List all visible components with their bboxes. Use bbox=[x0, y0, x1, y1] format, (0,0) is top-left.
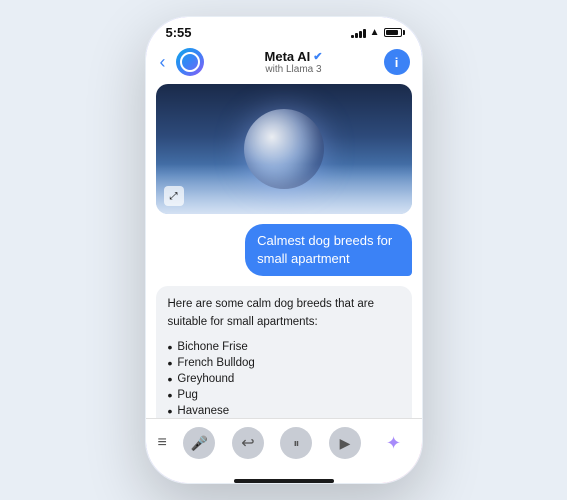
breed-item-3-label: Greyhound bbox=[177, 373, 234, 385]
ai-image: ⤢ bbox=[156, 84, 412, 214]
header-subtitle: with Llama 3 bbox=[212, 64, 376, 75]
sparkle-button[interactable]: ✦ bbox=[378, 427, 410, 459]
user-bubble: Calmest dog breeds for small apartment bbox=[245, 224, 411, 276]
wifi-icon: ▲ bbox=[370, 27, 380, 38]
image-expand-button[interactable]: ⤢ bbox=[164, 186, 184, 206]
forward-icon: ▶ bbox=[340, 435, 351, 452]
info-button[interactable]: i bbox=[384, 49, 410, 75]
breed-item-3: Greyhound bbox=[168, 371, 400, 387]
phone-frame: 5:55 ▲ ‹ Meta AI bbox=[144, 15, 424, 485]
phone-inner: 5:55 ▲ ‹ Meta AI bbox=[146, 17, 422, 483]
breed-item-1-label: Bichone Frise bbox=[177, 341, 247, 353]
ai-response-intro: Here are some calm dog breeds that are s… bbox=[168, 296, 400, 331]
bottom-toolbar: ≡ 🎤 ↩ ⏸ ▶ ✦ bbox=[146, 418, 422, 475]
breed-item-1: Bichone Frise bbox=[168, 339, 400, 355]
breed-item-5-label: Havanese bbox=[177, 405, 229, 417]
user-message: Calmest dog breeds for small apartment bbox=[156, 224, 412, 276]
breed-item-2: French Bulldog bbox=[168, 355, 400, 371]
ai-response: Here are some calm dog breeds that are s… bbox=[156, 286, 412, 418]
back-arrow-button[interactable]: ↩ bbox=[232, 427, 264, 459]
menu-button[interactable]: ≡ bbox=[158, 434, 167, 452]
breed-item-4-label: Pug bbox=[177, 389, 197, 401]
mic-button[interactable]: 🎤 bbox=[183, 427, 215, 459]
battery-icon bbox=[384, 28, 402, 37]
chat-header: ‹ Meta AI ✔ with Llama 3 i bbox=[146, 44, 422, 84]
pause-button[interactable]: ⏸ bbox=[280, 427, 312, 459]
status-icons: ▲ bbox=[351, 27, 402, 38]
verified-badge: ✔ bbox=[313, 50, 322, 63]
home-indicator bbox=[234, 479, 334, 483]
signal-icon bbox=[351, 28, 366, 38]
chat-content: ⤢ Calmest dog breeds for small apartment… bbox=[146, 84, 422, 418]
breed-list: Bichone Frise French Bulldog Greyhound P… bbox=[168, 339, 400, 418]
breed-item-2-label: French Bulldog bbox=[177, 357, 254, 369]
mic-icon: 🎤 bbox=[191, 435, 208, 452]
pause-icon: ⏸ bbox=[293, 436, 299, 451]
breed-item-4: Pug bbox=[168, 387, 400, 403]
back-button[interactable]: ‹ bbox=[158, 50, 168, 75]
status-time: 5:55 bbox=[166, 25, 192, 40]
status-bar: 5:55 ▲ bbox=[146, 17, 422, 44]
meta-ai-logo bbox=[176, 48, 204, 76]
ai-name-label: Meta AI bbox=[265, 49, 311, 64]
breed-item-5: Havanese bbox=[168, 403, 400, 418]
ai-sphere bbox=[244, 109, 324, 189]
back-arrow-icon: ↩ bbox=[241, 433, 254, 453]
forward-button[interactable]: ▶ bbox=[329, 427, 361, 459]
header-name: Meta AI ✔ bbox=[212, 49, 376, 64]
header-text: Meta AI ✔ with Llama 3 bbox=[212, 49, 376, 75]
